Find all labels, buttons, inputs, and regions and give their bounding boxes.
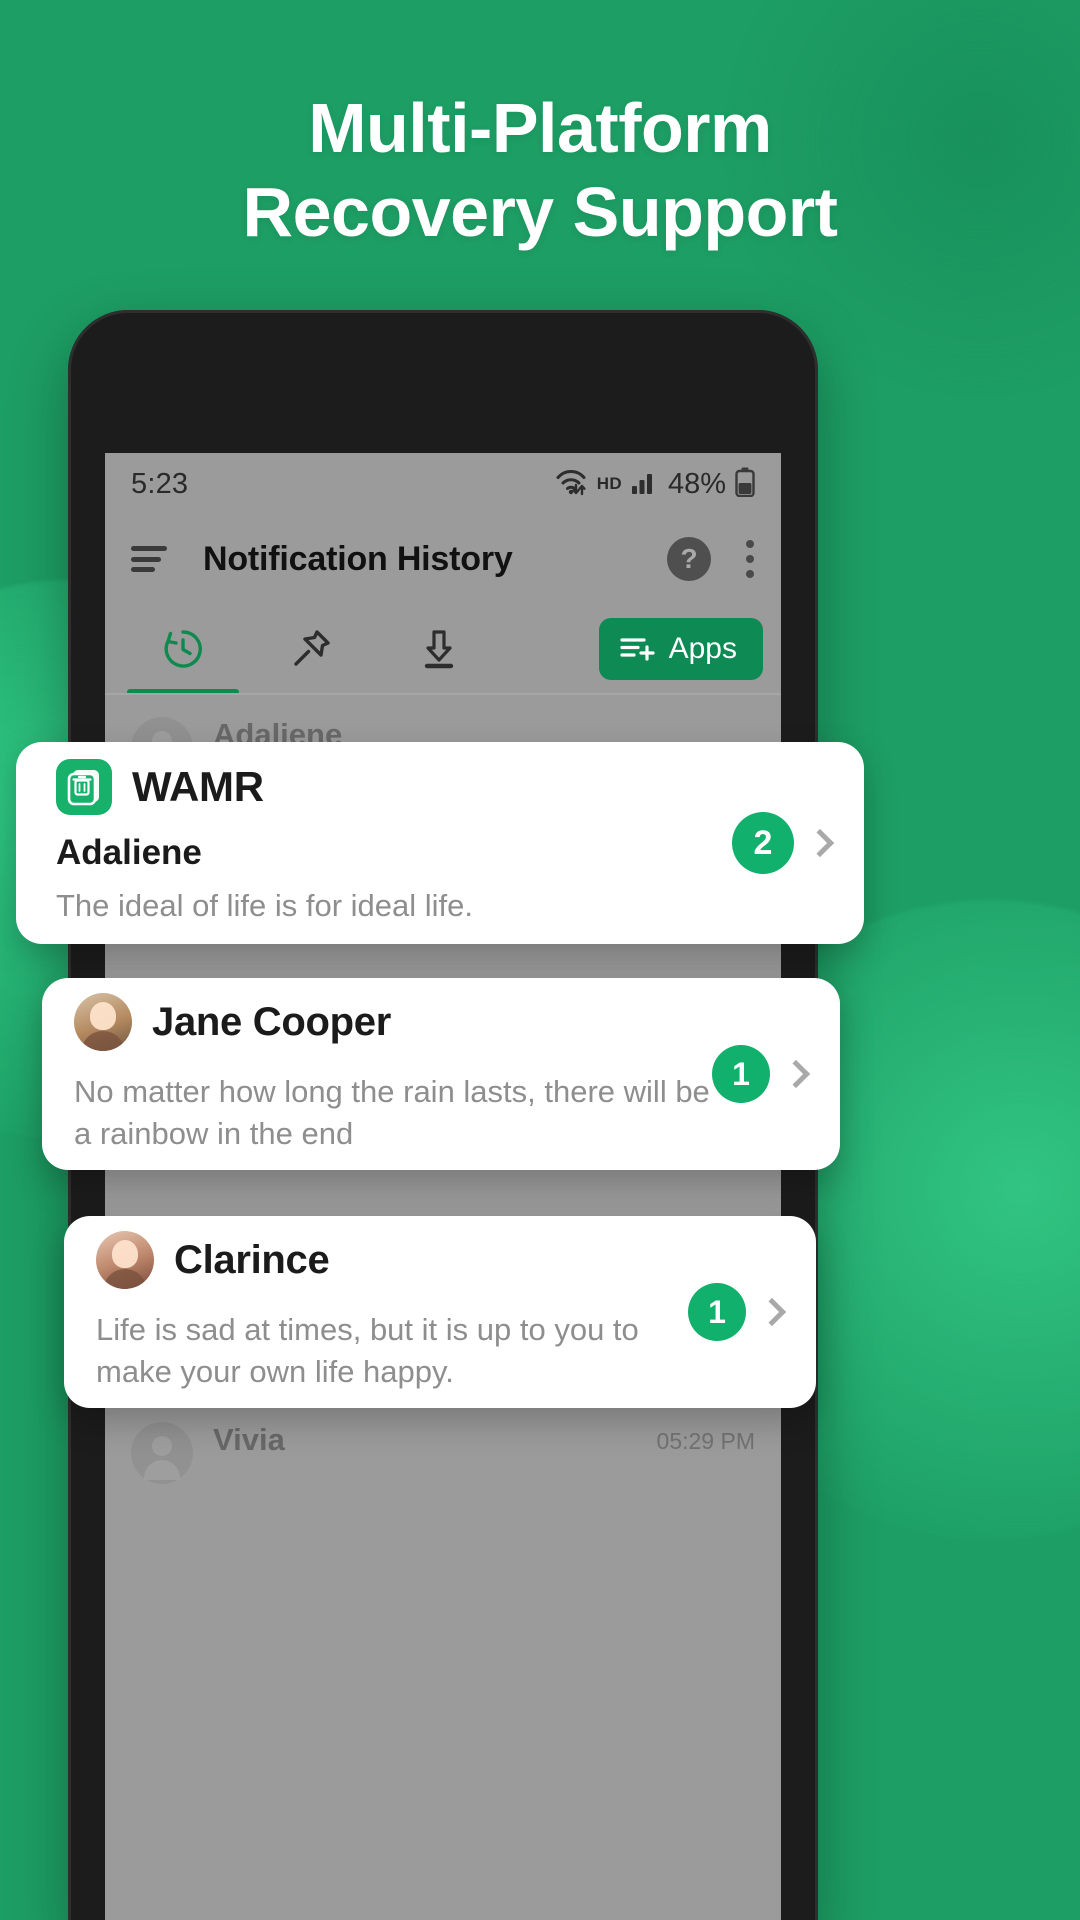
notification-card-clarince[interactable]: Clarince Life is sad at times, but it is… [64, 1216, 816, 1408]
chevron-right-icon[interactable] [781, 1059, 811, 1089]
page-title: Notification History [203, 539, 513, 578]
card-title: Clarince [174, 1237, 330, 1282]
history-clock-icon [164, 630, 202, 668]
status-bar: 5:23 HD 48% [105, 453, 781, 515]
list-item[interactable]: Vivia 05:29 PM [131, 1400, 755, 1502]
status-badge: 1 [712, 1045, 770, 1103]
status-icons: HD 48% [554, 467, 755, 502]
hd-icon: HD [596, 474, 622, 493]
wifi-icon [554, 468, 588, 501]
add-to-list-icon [620, 638, 655, 661]
card-title: WAMR [132, 763, 264, 810]
pin-icon [294, 630, 330, 666]
kebab-menu-icon[interactable] [745, 540, 755, 578]
tab-bar: Apps [105, 603, 781, 695]
card-title: Jane Cooper [152, 999, 391, 1044]
apps-button[interactable]: Apps [598, 618, 763, 680]
app-bar: Notification History ? [105, 515, 781, 603]
apps-button-label: Apps [668, 632, 737, 665]
avatar-jane-cooper [74, 993, 132, 1051]
hamburger-menu-icon[interactable] [131, 546, 167, 572]
card-message: The ideal of life is for ideal life. [56, 888, 473, 923]
avatar [131, 1422, 193, 1484]
notification-card-wamr[interactable]: WAMR Adaliene The ideal of life is for i… [16, 742, 864, 944]
card-sender: Adaliene [56, 833, 202, 872]
headline: Multi-Platform Recovery Support [0, 86, 1080, 254]
promo-screenshot: Multi-Platform Recovery Support 5:23 HD … [0, 0, 1080, 1920]
card-message: No matter how long the rain lasts, there… [74, 1074, 710, 1151]
phone-screen: 5:23 HD 48% Notification History ? Apps … [105, 453, 781, 1920]
headline-line-2: Recovery Support [242, 173, 838, 251]
card-message: Life is sad at times, but it is up to yo… [96, 1312, 639, 1389]
help-icon[interactable]: ? [667, 537, 711, 581]
status-badge: 2 [732, 812, 794, 874]
list-item-name: Vivia [213, 1422, 285, 1457]
app-bar-actions: ? [667, 537, 755, 581]
battery-icon [735, 467, 755, 502]
status-time: 5:23 [131, 467, 189, 500]
tab-history[interactable] [119, 603, 247, 695]
chevron-right-icon[interactable] [805, 828, 835, 858]
avatar-clarince [96, 1231, 154, 1289]
tab-pinned[interactable] [247, 603, 375, 695]
cellular-signal-icon [631, 469, 659, 500]
chevron-right-icon[interactable] [757, 1297, 787, 1327]
battery-percent: 48% [667, 467, 726, 500]
tab-downloads[interactable] [375, 603, 503, 695]
wamr-app-icon [56, 759, 112, 815]
download-icon [424, 630, 454, 669]
status-badge: 1 [688, 1283, 746, 1341]
list-item-time: 05:29 PM [656, 1428, 755, 1454]
notification-card-jane-cooper[interactable]: Jane Cooper No matter how long the rain … [42, 978, 840, 1170]
headline-line-1: Multi-Platform [308, 89, 772, 167]
